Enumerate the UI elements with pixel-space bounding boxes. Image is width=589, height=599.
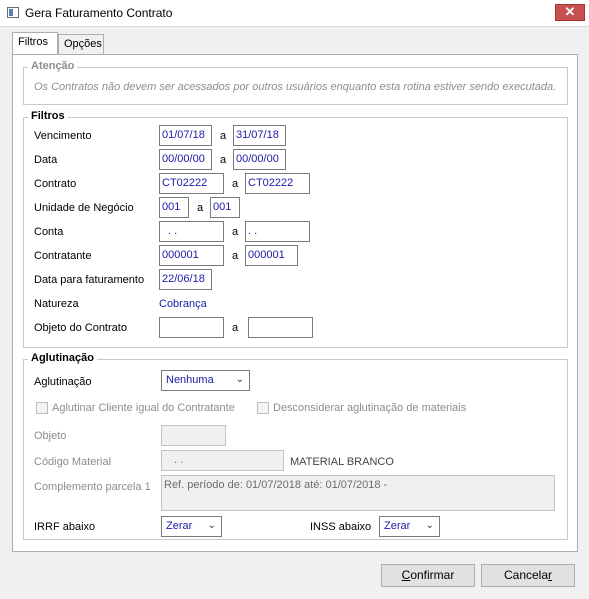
vencimento-from-input[interactable]: 01/07/18 bbox=[159, 125, 212, 146]
objeto-label: Objeto bbox=[34, 430, 67, 442]
conta-label: Conta bbox=[34, 226, 64, 238]
cancel-button[interactable]: Cancelar bbox=[481, 564, 575, 587]
objeto-contrato-to-input[interactable] bbox=[248, 317, 313, 338]
unidade-label: Unidade de Negócio bbox=[34, 202, 134, 214]
objeto-input[interactable] bbox=[161, 425, 226, 446]
attention-group: Atenção Os Contratos não devem ser acess… bbox=[23, 60, 568, 105]
vencimento-to-input[interactable]: 31/07/18 bbox=[233, 125, 286, 146]
inss-selected-value: Zerar bbox=[384, 520, 411, 532]
unidade-to-input[interactable]: 001 bbox=[210, 197, 240, 218]
tab-panel-filtros: Atenção Os Contratos não devem ser acess… bbox=[12, 54, 578, 552]
contratante-from-input[interactable]: 000001 bbox=[159, 245, 224, 266]
chevron-down-icon: ⌄ bbox=[425, 520, 434, 531]
attention-message: Os Contratos não devem ser acessados por… bbox=[34, 81, 557, 93]
data-faturamento-label: Data para faturamento bbox=[34, 274, 145, 286]
natureza-label: Natureza bbox=[34, 298, 79, 310]
desconsiderar-materiais-label: Desconsiderar aglutinação de materiais bbox=[273, 402, 467, 414]
conta-to-input[interactable]: . . bbox=[245, 221, 310, 242]
window-title: Gera Faturamento Contrato bbox=[25, 6, 173, 20]
attention-title: Atenção bbox=[28, 60, 78, 72]
aglutinacao-select[interactable]: Nenhuma ⌄ bbox=[161, 370, 250, 391]
contratante-to-input[interactable]: 000001 bbox=[245, 245, 298, 266]
confirm-label-rest: onfirmar bbox=[410, 568, 455, 582]
range-separator: a bbox=[220, 154, 227, 166]
complemento-textarea[interactable]: Ref. período de: 01/07/2018 até: 01/07/2… bbox=[161, 475, 555, 511]
codigo-material-label: Código Material bbox=[34, 456, 112, 468]
chevron-down-icon: ⌄ bbox=[207, 520, 216, 531]
vencimento-label: Vencimento bbox=[34, 130, 92, 142]
tab-opcoes[interactable]: Opções bbox=[58, 34, 104, 54]
material-name: MATERIAL BRANCO bbox=[290, 456, 394, 468]
codigo-material-input[interactable]: . . bbox=[161, 450, 284, 471]
contrato-label: Contrato bbox=[34, 178, 77, 190]
data-faturamento-input[interactable]: 22/06/18 bbox=[159, 269, 212, 290]
aglutinacao-label: Aglutinação bbox=[34, 376, 92, 388]
filters-group: Filtros Vencimento 01/07/18 a 31/07/18 D… bbox=[23, 110, 568, 348]
range-separator: a bbox=[232, 250, 239, 262]
aglutinar-cliente-checkbox[interactable] bbox=[36, 402, 48, 414]
complemento-label: Complemento parcela 1 bbox=[34, 481, 151, 493]
contrato-to-input[interactable]: CT02222 bbox=[245, 173, 310, 194]
data-to-input[interactable]: 00/00/00 bbox=[233, 149, 286, 170]
aglutinacao-title: Aglutinação bbox=[28, 352, 97, 364]
chevron-down-icon: ⌄ bbox=[235, 374, 244, 385]
aglutinar-cliente-label: Aglutinar Cliente igual do Contratante bbox=[52, 402, 235, 414]
data-from-input[interactable]: 00/00/00 bbox=[159, 149, 212, 170]
natureza-value: Cobrança bbox=[159, 298, 207, 310]
objeto-contrato-from-input[interactable] bbox=[159, 317, 224, 338]
irrf-selected-value: Zerar bbox=[166, 520, 193, 532]
objeto-contrato-label: Objeto do Contrato bbox=[34, 322, 127, 334]
range-separator: a bbox=[232, 226, 239, 238]
contratante-label: Contratante bbox=[34, 250, 92, 262]
confirm-button[interactable]: Confirmar bbox=[381, 564, 475, 587]
range-separator: a bbox=[197, 202, 204, 214]
tab-filtros[interactable]: Filtros bbox=[12, 32, 58, 54]
unidade-from-input[interactable]: 001 bbox=[159, 197, 189, 218]
filters-title: Filtros bbox=[28, 110, 68, 122]
aglutinacao-selected-value: Nenhuma bbox=[166, 374, 214, 386]
range-separator: a bbox=[220, 130, 227, 142]
irrf-label: IRRF abaixo bbox=[34, 521, 96, 533]
conta-from-input[interactable]: . . bbox=[159, 221, 224, 242]
irrf-select[interactable]: Zerar ⌄ bbox=[161, 516, 222, 537]
desconsiderar-materiais-checkbox[interactable] bbox=[257, 402, 269, 414]
app-window-icon bbox=[7, 7, 19, 18]
cancel-accelerator: r bbox=[548, 568, 553, 582]
range-separator: a bbox=[232, 322, 239, 334]
close-button[interactable]: ✕ bbox=[555, 4, 585, 21]
contrato-from-input[interactable]: CT02222 bbox=[159, 173, 224, 194]
cancel-label-start: Cancela bbox=[503, 568, 549, 582]
inss-label: INSS abaixo bbox=[310, 521, 372, 533]
title-bar: Gera Faturamento Contrato ✕ bbox=[0, 0, 589, 27]
range-separator: a bbox=[232, 178, 239, 190]
inss-select[interactable]: Zerar ⌄ bbox=[379, 516, 440, 537]
aglutinacao-group: Aglutinação Aglutinação Nenhuma ⌄ Agluti… bbox=[23, 352, 568, 540]
data-label: Data bbox=[34, 154, 58, 166]
